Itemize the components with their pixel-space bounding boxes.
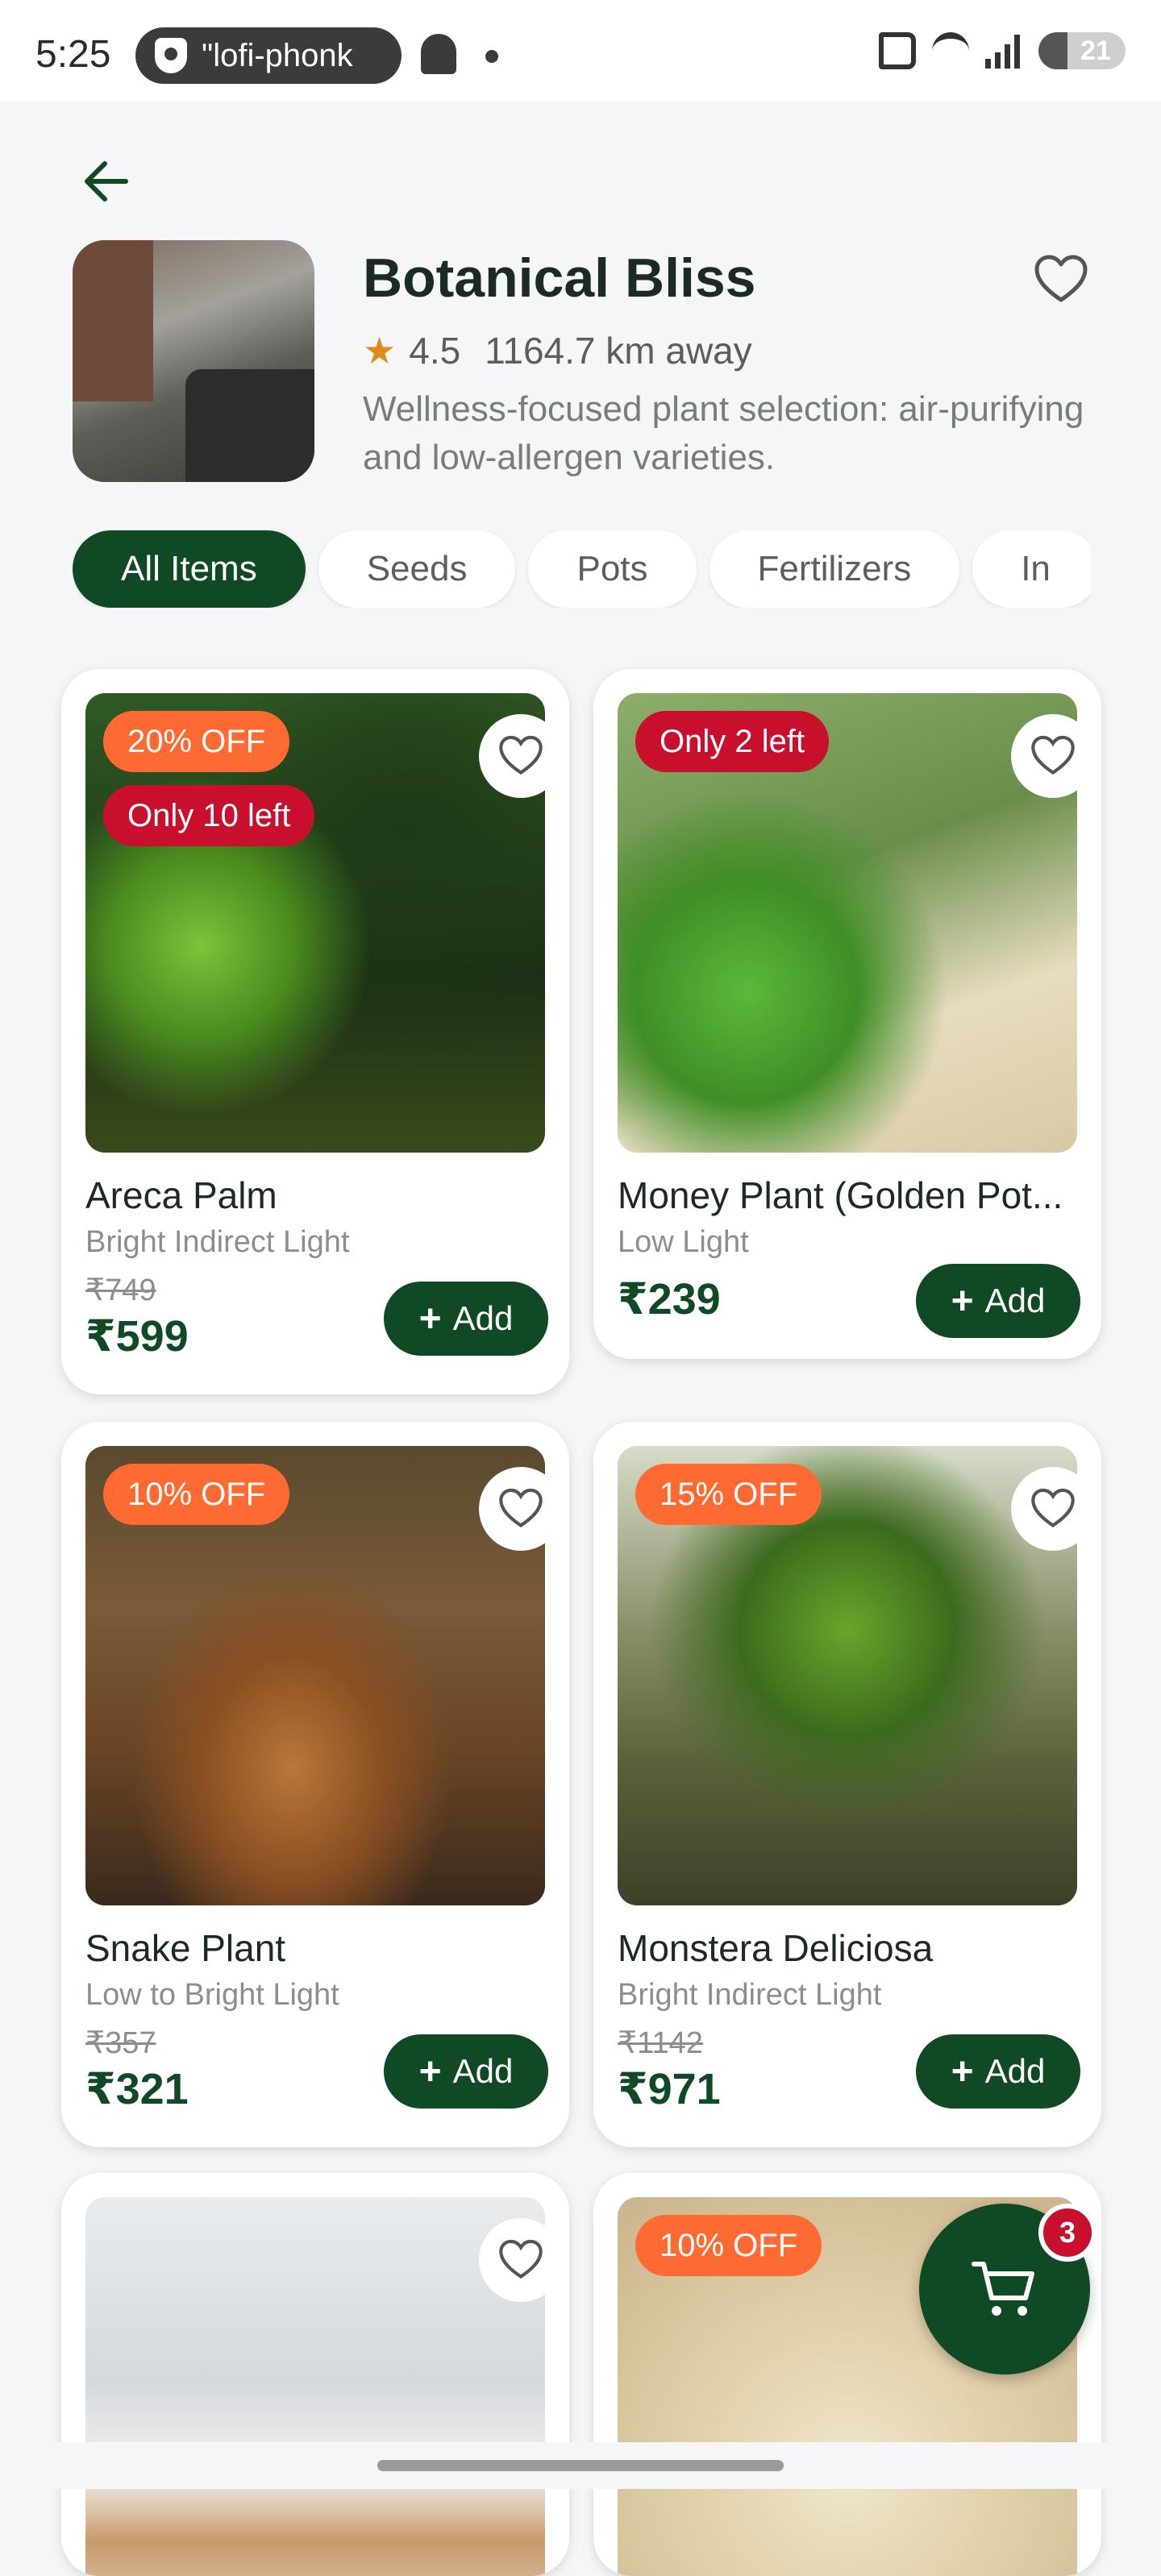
mute-icon — [879, 32, 916, 69]
category-chips: All Items Seeds Pots Fertilizers In — [73, 530, 1090, 608]
original-price: ₹357 — [85, 2026, 156, 2060]
heart-outline-icon — [1031, 735, 1075, 775]
product-card[interactable]: 15% OFF Monstera Deliciosa Bright Indire… — [593, 1422, 1101, 2147]
wishlist-button[interactable] — [1011, 714, 1095, 798]
wishlist-button[interactable] — [479, 714, 563, 798]
snapchat-icon — [421, 34, 456, 74]
product-light: Bright Indirect Light — [85, 1225, 350, 1259]
product-card[interactable]: Only 2 left Money Plant (Golden Pot... L… — [593, 669, 1101, 1359]
media-pill[interactable]: "lofi-phonk — [135, 27, 402, 84]
wishlist-button[interactable] — [1011, 1467, 1095, 1551]
cart-count-badge: 3 — [1038, 2204, 1096, 2262]
product-name: Money Plant (Golden Pot... — [618, 1174, 1063, 1216]
add-button[interactable]: + Add — [916, 1264, 1080, 1338]
store-rating: 4.5 — [409, 330, 461, 372]
home-indicator[interactable] — [377, 2460, 784, 2471]
battery-level: 21 — [1080, 35, 1111, 66]
wifi-icon — [932, 32, 969, 69]
original-price: ₹749 — [85, 1273, 156, 1307]
store-image — [73, 240, 314, 482]
product-name: Areca Palm — [85, 1174, 277, 1216]
chip-seeds[interactable]: Seeds — [318, 530, 516, 608]
add-button[interactable]: + Add — [384, 1282, 548, 1356]
chip-pots[interactable]: Pots — [528, 530, 697, 608]
star-icon: ★ — [363, 330, 397, 372]
add-label: Add — [452, 2052, 514, 2090]
status-time: 5:25 — [35, 33, 111, 76]
add-label: Add — [452, 1299, 514, 1337]
chip-indoor[interactable]: In — [972, 530, 1090, 608]
plus-icon: + — [418, 2050, 442, 2093]
discount-badge: 10% OFF — [635, 2215, 822, 2276]
discount-badge: 20% OFF — [103, 711, 290, 772]
chip-fertilizers[interactable]: Fertilizers — [709, 530, 960, 608]
discount-badge: 10% OFF — [103, 1464, 290, 1525]
rating-row: ★ 4.5 1164.7 km away — [363, 329, 752, 372]
product-light: Low to Bright Light — [85, 1978, 339, 2012]
media-pill-text: "lofi-phonk — [202, 37, 353, 73]
product-light: Bright Indirect Light — [618, 1978, 882, 2012]
original-price: ₹1142 — [618, 2026, 703, 2060]
brave-shield-icon — [155, 38, 187, 73]
add-label: Add — [984, 1282, 1046, 1319]
discount-badge: 15% OFF — [635, 1464, 822, 1525]
product-name: Snake Plant — [85, 1927, 286, 1969]
product-name: Monstera Deliciosa — [618, 1927, 934, 1969]
heart-outline-icon — [499, 735, 543, 775]
chip-all-items[interactable]: All Items — [73, 530, 306, 608]
product-price: ₹321 — [85, 2065, 189, 2113]
signal-icon — [985, 33, 1022, 69]
heart-outline-icon — [1031, 1488, 1075, 1528]
add-label: Add — [984, 2052, 1046, 2090]
product-card[interactable]: 10% OFF Snake Plant Low to Bright Light … — [61, 1422, 569, 2147]
back-arrow-icon[interactable] — [77, 153, 134, 210]
notification-dot-icon — [485, 50, 498, 63]
store-distance: 1164.7 km away — [485, 330, 752, 372]
add-button[interactable]: + Add — [916, 2034, 1080, 2109]
heart-outline-icon — [499, 2239, 543, 2279]
store-name: Botanical Bliss — [363, 247, 756, 309]
store-description: Wellness-focused plant selection: air-pu… — [363, 389, 1084, 477]
plus-icon: + — [951, 1279, 974, 1323]
heart-outline-icon — [499, 1488, 543, 1528]
product-price: ₹971 — [618, 2065, 721, 2113]
favorite-heart-icon[interactable] — [1034, 255, 1088, 305]
plus-icon: + — [418, 1297, 442, 1340]
status-bar: 5:25 "lofi-phonk 21 — [0, 0, 1161, 102]
add-button[interactable]: + Add — [384, 2034, 548, 2109]
stock-badge: Only 2 left — [635, 711, 830, 772]
wishlist-button[interactable] — [479, 1467, 563, 1551]
product-card[interactable]: 20% OFF Only 10 left Areca Palm Bright I… — [61, 669, 569, 1394]
product-image — [85, 2197, 545, 2576]
product-card[interactable] — [61, 2173, 569, 2576]
product-light: Low Light — [618, 1225, 749, 1259]
battery-indicator: 21 — [1038, 32, 1126, 69]
product-price: ₹599 — [85, 1312, 189, 1361]
stock-badge: Only 10 left — [103, 785, 315, 846]
plus-icon: + — [951, 2050, 974, 2093]
wishlist-button[interactable] — [479, 2218, 563, 2302]
cart-icon — [972, 2262, 1034, 2316]
product-price: ₹239 — [618, 1275, 721, 1323]
